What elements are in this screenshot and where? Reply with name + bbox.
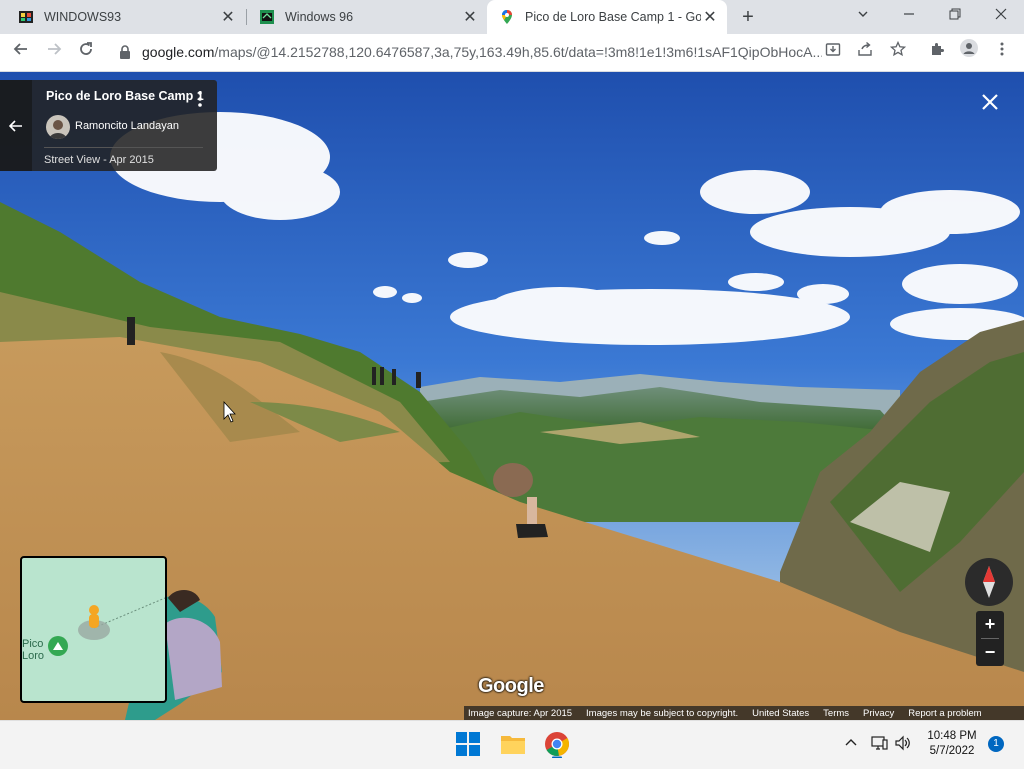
tab-strip: WINDOWS93 ✕ Windows 96 ✕ Pico de Loro Ba…: [0, 0, 1024, 34]
windows93-favicon-icon: [19, 11, 33, 23]
tab-close-icon[interactable]: ✕: [701, 7, 719, 27]
minimap-canvas[interactable]: [22, 558, 165, 701]
minimap-place-label: Pico Loro: [22, 638, 44, 662]
tab-windows96[interactable]: Windows 96 ✕: [241, 0, 487, 34]
volume-icon[interactable]: [894, 735, 912, 754]
tab-close-icon[interactable]: ✕: [461, 7, 479, 27]
clock-date: 5/7/2022: [929, 745, 975, 757]
terms-link[interactable]: Terms: [823, 708, 849, 719]
card-divider: [44, 147, 203, 148]
network-icon[interactable]: [870, 735, 888, 754]
browser-toolbar: google.com/maps/@14.2152788,120.6476587,…: [0, 34, 1024, 72]
close-street-view-icon[interactable]: [978, 92, 1002, 116]
privacy-link[interactable]: Privacy: [863, 708, 894, 719]
street-view-panorama[interactable]: Pico de Loro Base Camp 1 Ramoncito Landa…: [0, 72, 1024, 720]
author-name[interactable]: Ramoncito Landayan: [75, 120, 179, 132]
reload-icon[interactable]: [73, 39, 99, 65]
back-arrow-icon[interactable]: [0, 80, 32, 171]
restore-window-icon[interactable]: [937, 0, 973, 30]
author-avatar[interactable]: [46, 115, 70, 139]
forward-arrow-icon[interactable]: [41, 39, 67, 65]
windows96-favicon-icon: [260, 10, 274, 24]
extensions-puzzle-icon[interactable]: [924, 39, 950, 65]
google-maps-pin-icon: [502, 10, 512, 24]
tab-search-chevron-icon[interactable]: [845, 0, 881, 30]
system-clock[interactable]: 10:48 PM 5/7/2022: [920, 729, 984, 759]
image-capture-date: Image capture: Apr 2015: [468, 707, 573, 719]
bookmark-star-icon[interactable]: [885, 39, 911, 65]
notification-badge[interactable]: 1: [988, 736, 1004, 752]
zoom-control: + −: [976, 611, 1004, 666]
tab-close-icon[interactable]: ✕: [219, 7, 237, 27]
card-more-options-icon[interactable]: [195, 91, 205, 107]
minimap-label-line1: Pico: [22, 638, 44, 650]
google-logo: Google: [478, 675, 544, 697]
chrome-taskbar-icon[interactable]: [543, 730, 571, 758]
compass-icon[interactable]: [965, 558, 1013, 606]
profile-avatar-icon[interactable]: [956, 39, 982, 65]
attribution-footer: Image capture: Apr 2015 Images may be su…: [464, 706, 1024, 720]
tab-pico-de-loro[interactable]: Pico de Loro Base Camp 1 - Goo ✕: [487, 0, 727, 34]
back-arrow-icon[interactable]: [8, 39, 34, 65]
close-window-icon[interactable]: [983, 0, 1019, 30]
file-explorer-icon[interactable]: [499, 730, 527, 758]
tab-windows93[interactable]: WINDOWS93 ✕: [0, 0, 245, 34]
install-app-icon[interactable]: [820, 39, 846, 65]
start-menu-icon[interactable]: [454, 730, 482, 758]
show-hidden-icons-chevron-icon[interactable]: [844, 735, 858, 752]
minimap-label-line2: Loro: [22, 650, 45, 662]
report-problem-link[interactable]: Report a problem: [908, 708, 981, 719]
more-menu-icon[interactable]: [989, 39, 1015, 65]
place-info-card: Pico de Loro Base Camp 1 Ramoncito Landa…: [0, 80, 217, 171]
copyright-notice: Images may be subject to copyright.: [586, 707, 739, 719]
windows-taskbar: 10:48 PM 5/7/2022 1: [0, 720, 1024, 769]
new-tab-button[interactable]: +: [738, 5, 758, 29]
tab-title: Windows 96: [285, 10, 354, 24]
place-name[interactable]: Pico de Loro Base Camp 1: [46, 89, 204, 103]
address-bar[interactable]: google.com/maps/@14.2152788,120.6476587,…: [108, 38, 856, 66]
share-icon[interactable]: [852, 39, 878, 65]
minimize-window-icon[interactable]: [891, 0, 927, 30]
url-text[interactable]: google.com/maps/@14.2152788,120.6476587,…: [142, 44, 822, 60]
lock-icon[interactable]: [118, 44, 132, 60]
region-link[interactable]: United States: [752, 708, 809, 719]
tab-title: Pico de Loro Base Camp 1 - Goo: [525, 10, 701, 24]
zoom-out-button[interactable]: −: [976, 639, 1004, 666]
url-path: /maps/@14.2152788,120.6476587,3a,75y,163…: [214, 44, 822, 60]
capture-date-label[interactable]: Street View - Apr 2015: [44, 154, 154, 166]
minimap[interactable]: Pico Loro: [20, 556, 167, 703]
tab-title: WINDOWS93: [44, 10, 122, 24]
url-host: google.com: [142, 44, 215, 60]
clock-time: 10:48 PM: [927, 730, 977, 742]
zoom-in-button[interactable]: +: [976, 611, 1004, 638]
